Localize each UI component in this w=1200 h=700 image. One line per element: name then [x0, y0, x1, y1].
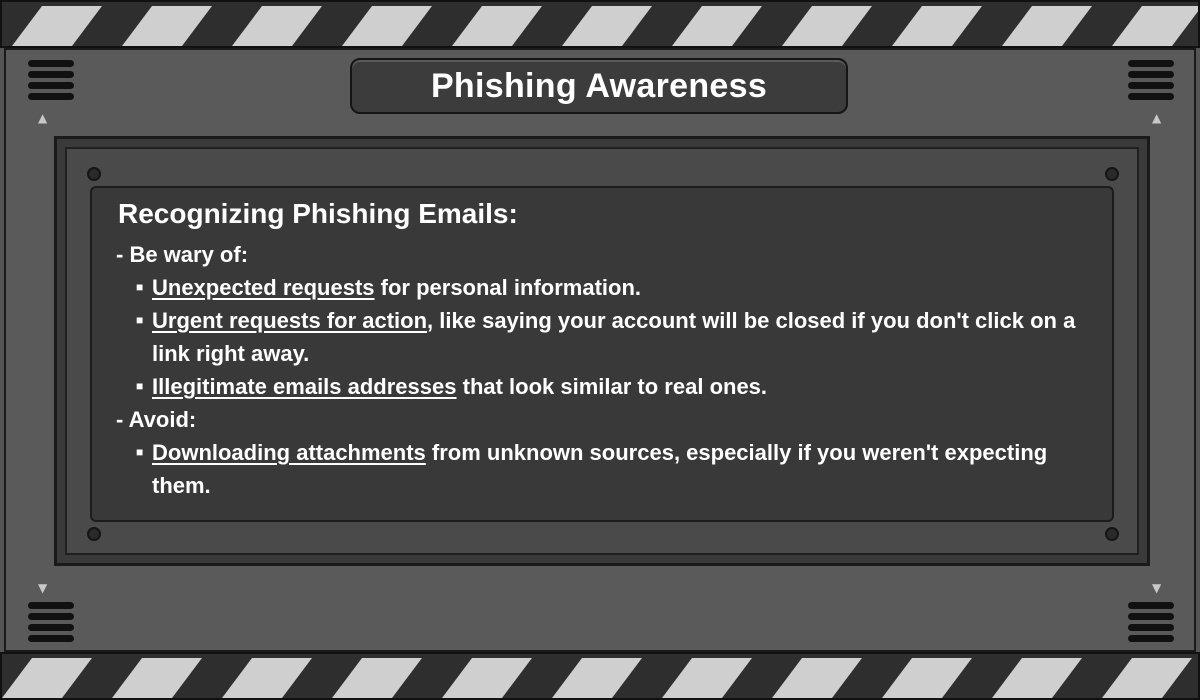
stripe-pattern-top [12, 6, 1198, 46]
list-item: ■ Illegitimate emails addresses that loo… [136, 370, 1120, 403]
screw-icon [87, 167, 101, 181]
screw-icon [1105, 167, 1119, 181]
arrow-up-icon: ▲ [1152, 111, 1162, 125]
highlight-text: Urgent requests for action [152, 308, 428, 333]
page-title: Phishing Awareness [430, 66, 768, 105]
game-frame: ▲ ▲ ▼ ▼ Phishing Awareness Recognizing P… [0, 0, 1200, 700]
list-item: ■ Downloading attachments from unknown s… [136, 436, 1120, 502]
highlight-text: Unexpected requests [152, 275, 375, 300]
item-text: for personal information. [374, 275, 641, 300]
vent-icon [1128, 602, 1174, 646]
screw-icon [1105, 527, 1119, 541]
vent-icon [28, 602, 74, 646]
stripe-pattern-bottom [2, 658, 1192, 698]
arrow-down-icon: ▼ [38, 581, 48, 595]
hazard-stripe-top [0, 0, 1200, 48]
arrow-up-icon: ▲ [38, 111, 48, 125]
list-label: - Be wary of: [116, 242, 249, 267]
info-content: Recognizing Phishing Emails: - Be wary o… [90, 186, 1120, 502]
screw-icon [87, 527, 101, 541]
vent-icon [1128, 60, 1174, 104]
hazard-stripe-bottom [0, 652, 1200, 700]
square-bullet-icon: ■ [136, 313, 144, 327]
section-heading: Recognizing Phishing Emails: [118, 198, 518, 229]
square-bullet-icon: ■ [136, 445, 144, 459]
vent-icon [28, 60, 74, 104]
list-label: - Avoid: [116, 407, 197, 432]
list-item: ■ Unexpected requests for personal infor… [136, 271, 1120, 304]
square-bullet-icon: ■ [136, 280, 144, 294]
square-bullet-icon: ■ [136, 379, 144, 393]
arrow-down-icon: ▼ [1152, 581, 1162, 595]
title-plate: Phishing Awareness [350, 58, 848, 114]
list-item: ■ Urgent requests for action, like sayin… [136, 304, 1120, 370]
highlight-text: Downloading attachments [152, 440, 426, 465]
highlight-text: Illegitimate emails addresses [152, 374, 457, 399]
item-text: that look similar to real ones. [456, 374, 768, 399]
